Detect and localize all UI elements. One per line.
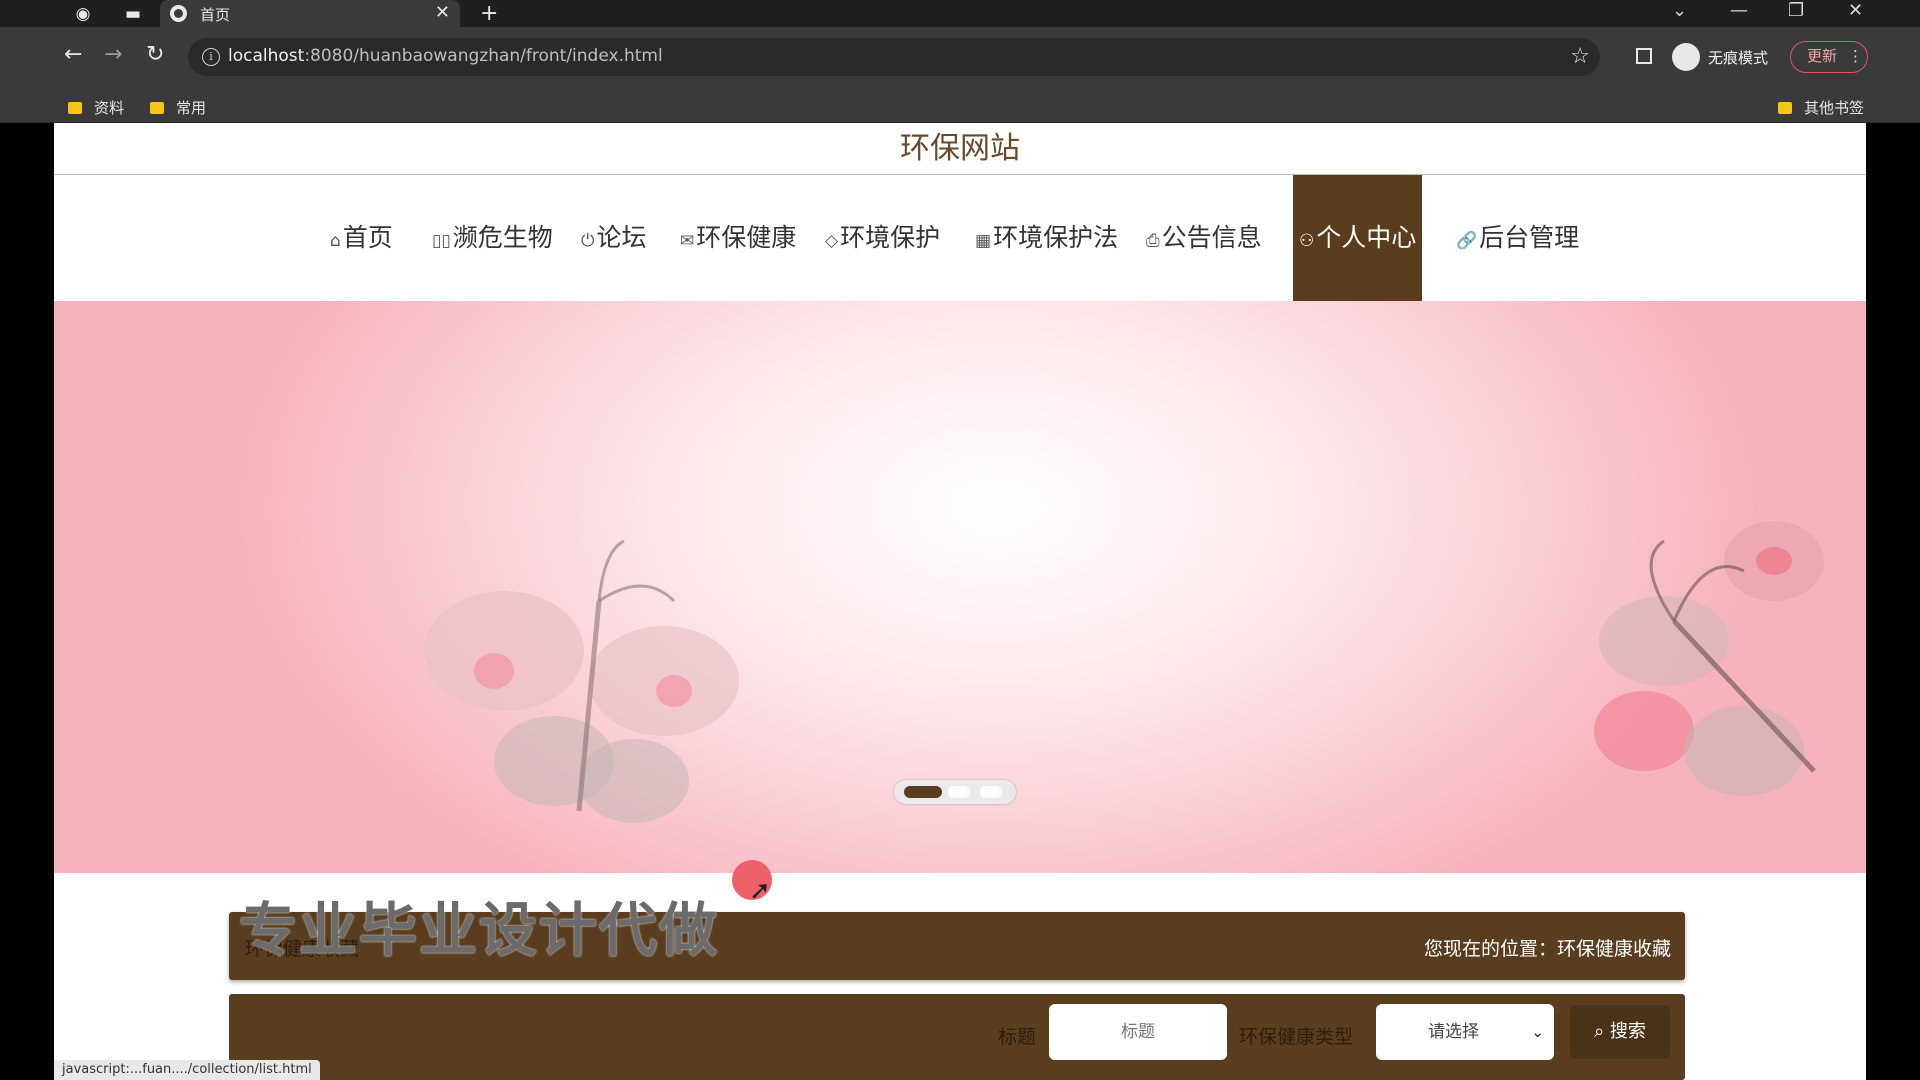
carousel-dot-3[interactable]	[980, 786, 1002, 798]
side-panel-icon[interactable]	[1636, 48, 1652, 64]
window-close-icon[interactable]: ✕	[1848, 0, 1863, 22]
nav-home[interactable]: ⌂首页	[330, 175, 393, 301]
carousel-dot-1[interactable]	[904, 786, 942, 798]
reload-icon[interactable]: ↻	[146, 43, 164, 67]
carousel-dot-2[interactable]	[948, 786, 970, 798]
tag-icon: ◇	[825, 231, 839, 251]
update-button[interactable]: 更新	[1790, 41, 1868, 73]
butterfly-illustration	[424, 539, 739, 823]
main-nav: ⌂首页 ▯▯濒危生物 ⏻论坛 ✉环保健康 ◇环境保护 ▦环境保护法 ⎙公告信息 …	[54, 175, 1866, 301]
title-label: 标题	[998, 1026, 1037, 1048]
folder-icon	[1778, 102, 1792, 114]
browser-tab-bar: ◉ ▬ 首页 ✕ + ⌄ — ❐ ✕	[0, 0, 1920, 27]
bookmark-folder-changyong[interactable]: 常用	[150, 97, 206, 118]
power-icon: ⏻	[581, 231, 595, 251]
nav-endangered-species[interactable]: ▯▯濒危生物	[432, 175, 553, 301]
browser-menu-icon[interactable]: ◉	[72, 3, 94, 25]
globe-icon	[170, 5, 187, 22]
title-input[interactable]	[1049, 1004, 1227, 1060]
tab-title: 首页	[200, 6, 231, 24]
forward-icon[interactable]: →	[104, 43, 122, 67]
bookmark-folder-ziliao[interactable]: 资料	[68, 97, 124, 118]
home-icon: ⌂	[330, 231, 341, 251]
carousel-indicators	[894, 780, 1016, 804]
nav-personal-center[interactable]: ⚇个人中心	[1293, 175, 1423, 301]
search-icon: ⌕	[1594, 1021, 1610, 1042]
back-icon[interactable]: ←	[64, 43, 82, 67]
mail-icon: ✉	[680, 231, 695, 251]
nav-eco-health[interactable]: ✉环保健康	[680, 175, 796, 301]
incognito-label: 无痕模式	[1708, 49, 1769, 67]
current-location: 您现在的位置：环保健康收藏	[1423, 938, 1671, 960]
search-button[interactable]: ⌕ 搜索	[1570, 1005, 1670, 1059]
user-icon: ⚇	[1299, 231, 1315, 251]
type-select[interactable]: 请选择 ⌄	[1376, 1004, 1554, 1060]
site-title: 环保网站	[54, 123, 1866, 175]
bookmark-folder-other[interactable]: 其他书签	[1778, 97, 1864, 118]
close-icon[interactable]: ✕	[435, 2, 450, 23]
new-tab-button[interactable]: +	[480, 0, 498, 27]
status-bar-link: javascript:...fuan..../collection/list.h…	[54, 1060, 320, 1080]
nav-environment-law[interactable]: ▦环境保护法	[975, 175, 1118, 301]
tab-home[interactable]: 首页 ✕	[160, 0, 460, 27]
nav-forum[interactable]: ⏻论坛	[581, 175, 646, 301]
butterfly-illustration	[1594, 521, 1824, 796]
folder-icon	[68, 102, 82, 114]
info-icon[interactable]: i	[202, 48, 220, 66]
nav-environment-protection[interactable]: ◇环境保护	[825, 175, 940, 301]
nav-admin[interactable]: 🔗后台管理	[1456, 175, 1579, 301]
tab-search-icon[interactable]: ⌄	[1672, 0, 1687, 22]
page-viewport: 环保网站 ⌂首页 ▯▯濒危生物 ⏻论坛 ✉环保健康 ◇环境保护 ▦环境保护法 ⎙…	[54, 123, 1866, 1080]
mouse-pointer-icon: ➚	[749, 876, 771, 906]
address-toolbar: ← → ↻ i localhost:8080/huanbaowangzhan/f…	[0, 27, 1920, 89]
link-icon: 🔗	[1456, 231, 1478, 251]
bookmarks-bar: 资料 常用 其他书签	[0, 89, 1920, 123]
bookmark-star-icon[interactable]: ☆	[1570, 44, 1590, 69]
watermark-overlay: 专业毕业设计代做	[239, 896, 720, 964]
chevron-down-icon: ⌄	[1531, 1023, 1544, 1041]
folder-icon	[150, 102, 164, 114]
print-icon: ⎙	[1146, 231, 1160, 251]
restore-icon[interactable]: ❐	[1788, 0, 1804, 22]
type-label: 环保健康类型	[1239, 1026, 1354, 1048]
minimize-icon[interactable]: —	[1730, 0, 1748, 22]
incognito-icon[interactable]	[1672, 43, 1700, 71]
tab-strip-icon[interactable]: ▬	[122, 3, 144, 25]
grid-icon: ▯▯	[432, 231, 451, 251]
url-text[interactable]: localhost:8080/huanbaowangzhan/front/ind…	[228, 46, 663, 66]
nav-announcements[interactable]: ⎙公告信息	[1146, 175, 1262, 301]
search-form: 标题 环保健康类型 请选择 ⌄ ⌕ 搜索	[229, 994, 1685, 1080]
url-bar[interactable]: i localhost:8080/huanbaowangzhan/front/i…	[188, 38, 1600, 76]
grid-icon: ▦	[975, 231, 992, 251]
